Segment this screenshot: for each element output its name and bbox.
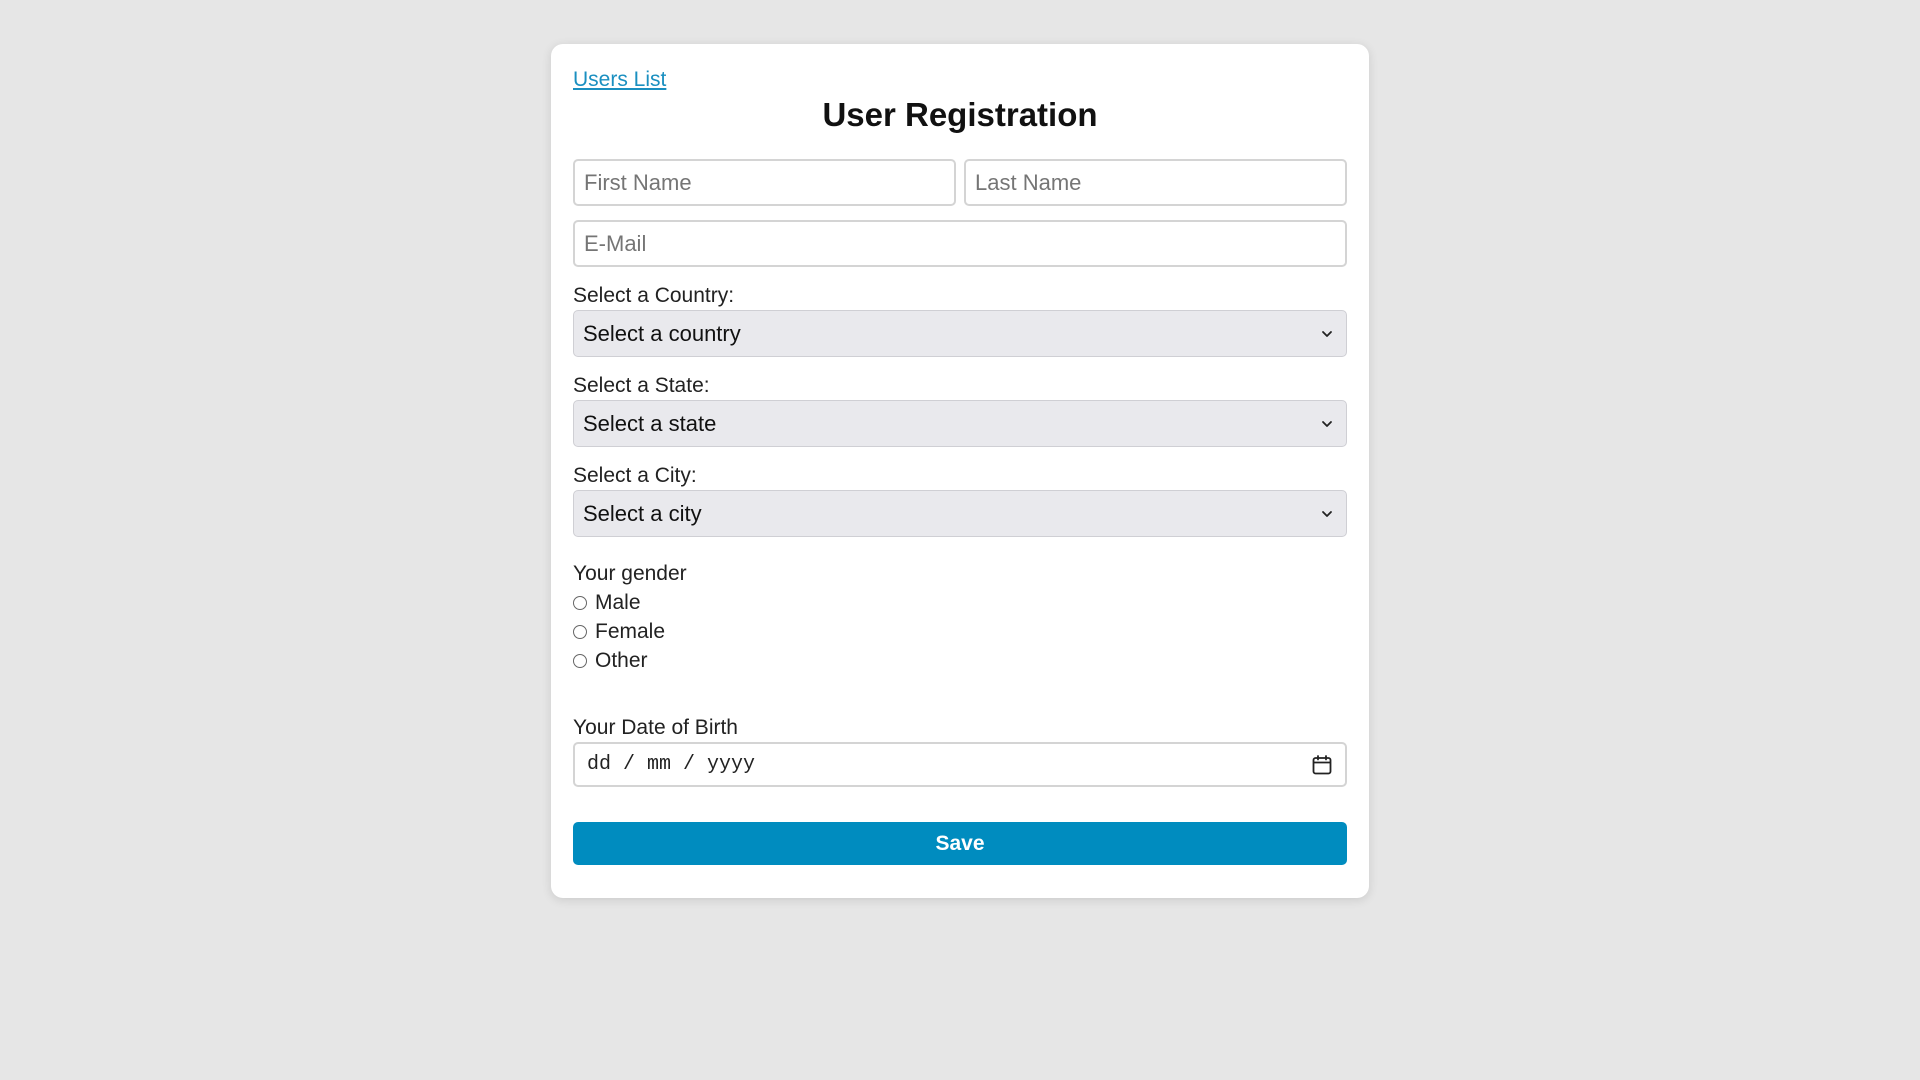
registration-card: Users List User Registration Select a Co… bbox=[551, 44, 1369, 898]
first-name-input[interactable] bbox=[573, 159, 956, 206]
country-label: Select a Country: bbox=[573, 284, 735, 307]
gender-option-female[interactable]: Female bbox=[573, 620, 665, 644]
calendar-icon[interactable] bbox=[1311, 754, 1333, 776]
gender-option-label: Female bbox=[595, 620, 666, 643]
date-of-birth-input[interactable]: dd / mm / yyyy bbox=[573, 742, 1347, 787]
page-title: User Registration bbox=[822, 96, 1098, 133]
gender-option-label: Other bbox=[595, 649, 648, 672]
email-input[interactable] bbox=[573, 220, 1347, 267]
radio-other[interactable] bbox=[573, 654, 587, 668]
chevron-down-icon bbox=[1322, 420, 1332, 427]
users-list-link[interactable]: Users List bbox=[573, 68, 666, 92]
chevron-down-icon bbox=[1322, 330, 1332, 337]
dob-label: Your Date of Birth bbox=[573, 716, 738, 739]
last-name-input[interactable] bbox=[964, 159, 1347, 206]
save-button[interactable]: Save bbox=[573, 822, 1347, 865]
city-select-value: Select a city bbox=[583, 500, 702, 526]
gender-option-male[interactable]: Male bbox=[573, 591, 641, 615]
country-select[interactable]: Select a country bbox=[573, 310, 1347, 357]
state-select-value: Select a state bbox=[583, 410, 717, 436]
state-label: Select a State: bbox=[573, 374, 710, 397]
date-placeholder: dd / mm / yyyy bbox=[587, 753, 756, 776]
state-select[interactable]: Select a state bbox=[573, 400, 1347, 447]
gender-label: Your gender bbox=[573, 562, 687, 585]
gender-option-other[interactable]: Other bbox=[573, 649, 648, 673]
country-select-value: Select a country bbox=[583, 320, 741, 346]
city-label: Select a City: bbox=[573, 464, 697, 487]
radio-female[interactable] bbox=[573, 625, 587, 639]
chevron-down-icon bbox=[1322, 510, 1332, 517]
radio-male[interactable] bbox=[573, 596, 587, 610]
gender-option-label: Male bbox=[595, 591, 641, 614]
city-select[interactable]: Select a city bbox=[573, 490, 1347, 537]
